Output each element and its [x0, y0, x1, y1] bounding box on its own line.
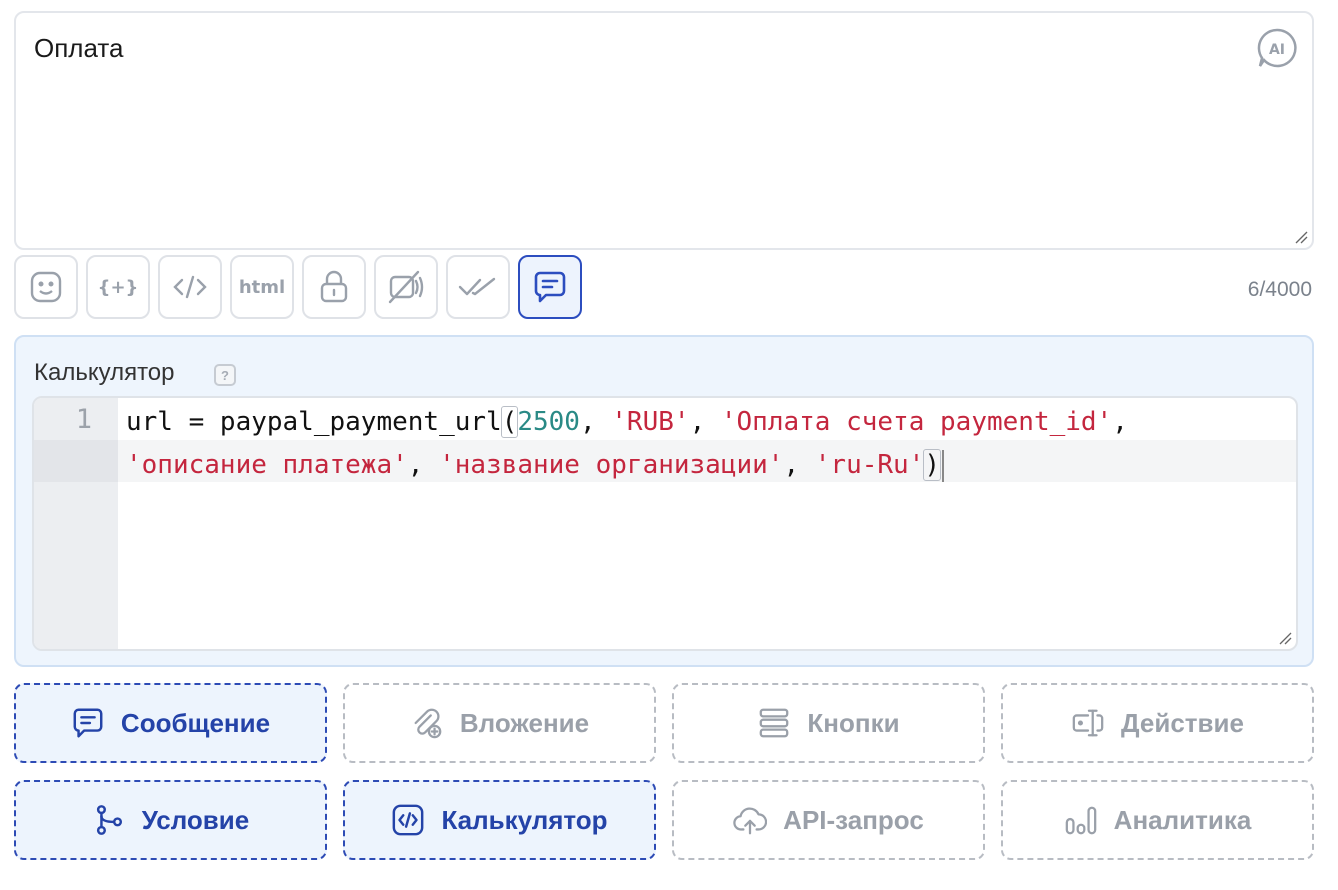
condition-block-button[interactable]: Условие	[14, 780, 327, 860]
silent-button[interactable]	[374, 255, 438, 319]
message-block-button[interactable]: Сообщение	[14, 683, 327, 763]
code-button[interactable]	[158, 255, 222, 319]
resize-grip-icon[interactable]	[1278, 631, 1292, 645]
calculator-panel: Калькулятор ? 1 url = paypal_payment_url…	[14, 335, 1314, 667]
condition-block-label: Условие	[141, 804, 250, 835]
line-gutter: 1	[34, 398, 118, 649]
double-check-icon	[458, 277, 496, 296]
cloud-upload-icon	[733, 807, 768, 835]
code-separator: ,	[689, 407, 721, 437]
ai-assistant-icon[interactable]: AI	[1256, 27, 1298, 69]
emoji-button[interactable]	[14, 255, 78, 319]
code-string: 'название организации'	[439, 450, 784, 480]
code-square-icon	[393, 804, 424, 836]
code-string: 'RUB'	[611, 407, 690, 437]
message-block-label: Сообщение	[120, 707, 271, 738]
code-number: 2500	[517, 407, 580, 437]
character-counter: 6/4000	[1247, 278, 1312, 301]
html-button[interactable]: html	[230, 255, 294, 319]
emoji-icon	[30, 271, 62, 303]
code-separator: ,	[407, 450, 440, 480]
line-number: 1	[75, 404, 92, 435]
ai-badge-text: AI	[1269, 42, 1285, 58]
code-separator: ,	[1112, 407, 1128, 437]
calculator-block-label: Калькулятор	[441, 804, 608, 835]
buttons-block-label: Кнопки	[807, 707, 900, 738]
calculator-block-button[interactable]: Калькулятор	[343, 780, 656, 860]
lock-icon	[320, 270, 348, 303]
code-identifier: url = paypal_payment_url	[126, 407, 502, 437]
html-icon: html	[238, 276, 286, 298]
block-type-grid: Сообщение Вложение Кнопки Действие Услов…	[14, 683, 1314, 860]
message-text[interactable]: Оплата	[34, 33, 123, 64]
action-block-button[interactable]: Действие	[1001, 683, 1314, 763]
code-separator: ,	[783, 450, 815, 480]
code-icon	[173, 275, 207, 299]
resize-grip-icon[interactable]	[1294, 230, 1308, 244]
mute-icon	[388, 270, 424, 304]
formatting-toolbar: {+} html	[14, 255, 582, 319]
analytics-block-button[interactable]: Аналитика	[1001, 780, 1314, 860]
paperclip-icon	[414, 708, 442, 739]
analytics-block-label: Аналитика	[1113, 804, 1252, 835]
code-close-paren: )	[923, 449, 941, 481]
read-receipt-button[interactable]	[446, 255, 510, 319]
buttons-block-button[interactable]: Кнопки	[672, 683, 985, 763]
attachment-block-button[interactable]: Вложение	[343, 683, 656, 763]
calculator-title: Калькулятор	[34, 359, 175, 386]
api-block-button[interactable]: API-запрос	[672, 780, 985, 860]
action-input-icon	[1072, 709, 1104, 737]
active-gutter-highlight	[34, 440, 118, 482]
api-block-label: API-запрос	[783, 804, 924, 835]
text-cursor	[942, 449, 944, 482]
branch-icon	[96, 805, 122, 835]
code-string: 'Оплата счета payment_id'	[720, 407, 1113, 437]
action-block-label: Действие	[1121, 707, 1244, 738]
protect-button[interactable]	[302, 255, 366, 319]
code-string: 'ru-Ru'	[814, 450, 925, 480]
variable-icon: {+}	[97, 276, 139, 298]
code-string: 'описание платежа'	[126, 450, 408, 480]
text-message-button[interactable]	[518, 255, 582, 319]
code-editor[interactable]: 1 url = paypal_payment_url(2500, 'RUB', …	[32, 396, 1298, 651]
help-icon[interactable]: ?	[214, 364, 236, 386]
buttons-list-icon	[760, 708, 789, 738]
attachment-block-label: Вложение	[459, 707, 590, 738]
code-separator: ,	[579, 407, 612, 437]
message-textarea[interactable]: Оплата AI	[14, 11, 1314, 250]
chat-icon	[73, 708, 103, 738]
chat-icon	[534, 271, 566, 303]
code-content[interactable]: url = paypal_payment_url(2500, 'RUB', 'О…	[126, 401, 1286, 487]
code-open-paren: (	[500, 406, 519, 438]
bar-chart-icon	[1065, 806, 1096, 835]
variable-button[interactable]: {+}	[86, 255, 150, 319]
